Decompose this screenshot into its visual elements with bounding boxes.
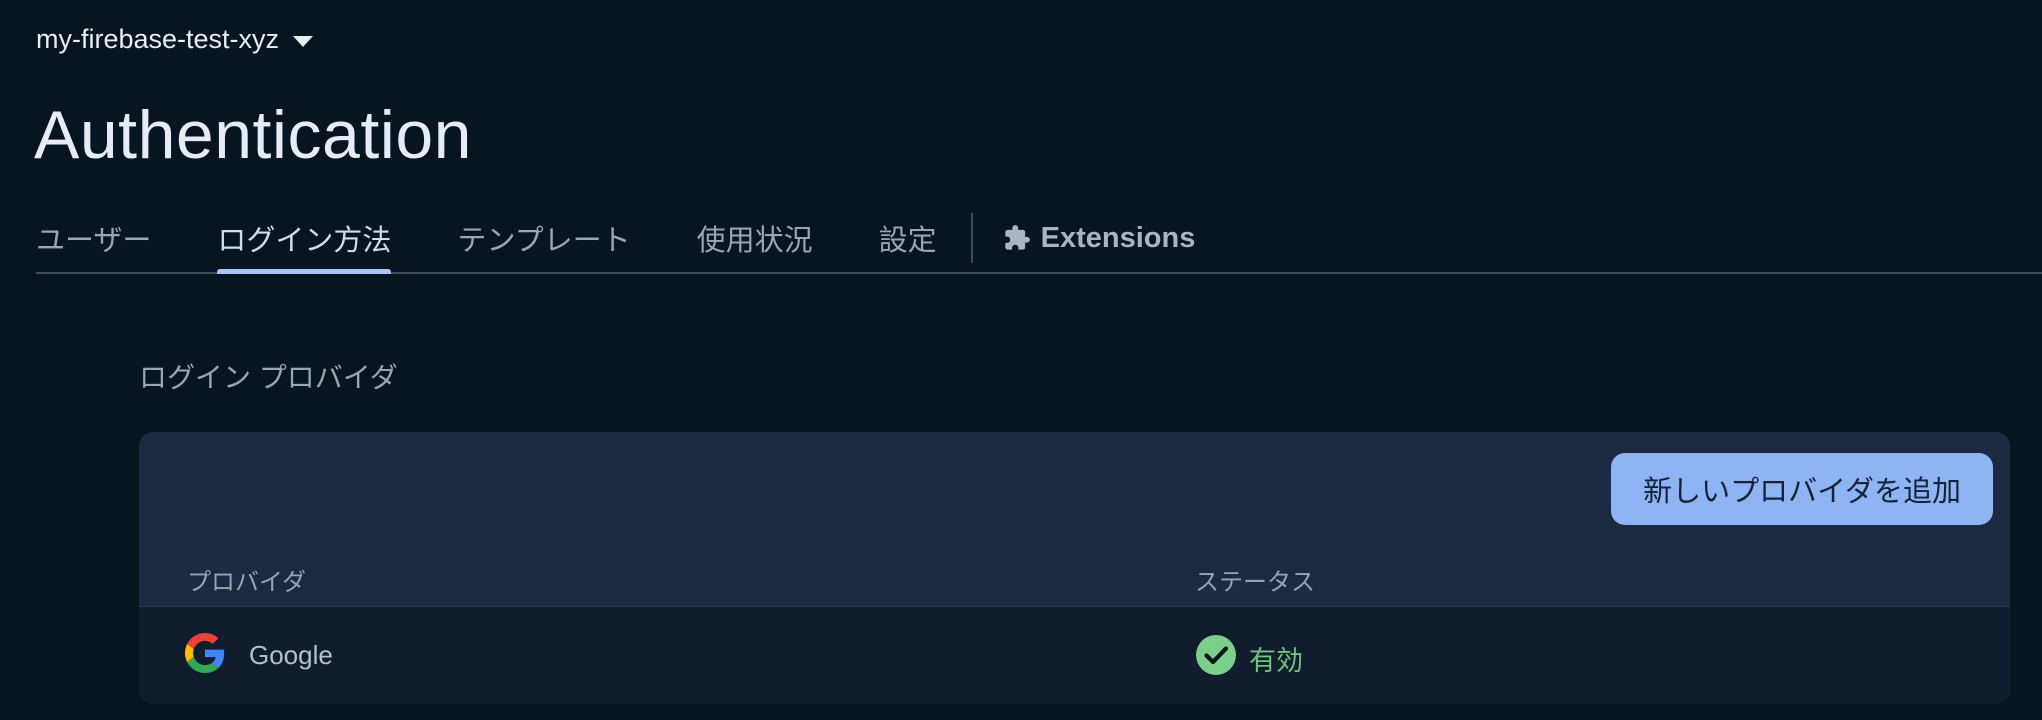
column-header-status: ステータス (1195, 569, 1315, 596)
provider-name: Google (249, 640, 333, 670)
project-name: my-firebase-test-xyz (36, 24, 280, 54)
project-selector[interactable]: my-firebase-test-xyz (36, 24, 314, 55)
providers-card: 新しいプロバイダを追加 プロバイダ ステータス Google 有効 (139, 432, 2010, 704)
tab-users[interactable]: ユーザー (36, 204, 151, 272)
section-label: ログイン プロバイダ (139, 362, 398, 393)
column-header-provider: プロバイダ (187, 569, 307, 596)
puzzle-icon (1004, 225, 1030, 250)
tab-settings[interactable]: 設定 (879, 204, 937, 272)
check-circle-icon (1196, 635, 1236, 675)
table-header: プロバイダ ステータス (139, 546, 2010, 607)
tab-extensions[interactable]: Extensions (1003, 204, 1196, 272)
table-row[interactable]: Google 有効 (139, 607, 2010, 703)
tab-templates[interactable]: テンプレート (457, 204, 630, 272)
tab-extensions-label: Extensions (1040, 221, 1196, 254)
status-text: 有効 (1249, 646, 1303, 676)
google-logo-icon (185, 633, 225, 673)
add-provider-button[interactable]: 新しいプロバイダを追加 (1611, 453, 1993, 525)
tab-sign-in-method[interactable]: ログイン方法 (217, 204, 392, 274)
caret-down-icon (293, 35, 314, 47)
tab-bar: ユーザー ログイン方法 テンプレート 使用状況 設定 Extensions (36, 204, 2042, 274)
providers-table: プロバイダ ステータス Google 有効 (139, 546, 2010, 704)
tab-divider (970, 213, 973, 263)
tab-usage[interactable]: 使用状況 (697, 204, 813, 272)
page-title: Authentication (34, 97, 472, 173)
